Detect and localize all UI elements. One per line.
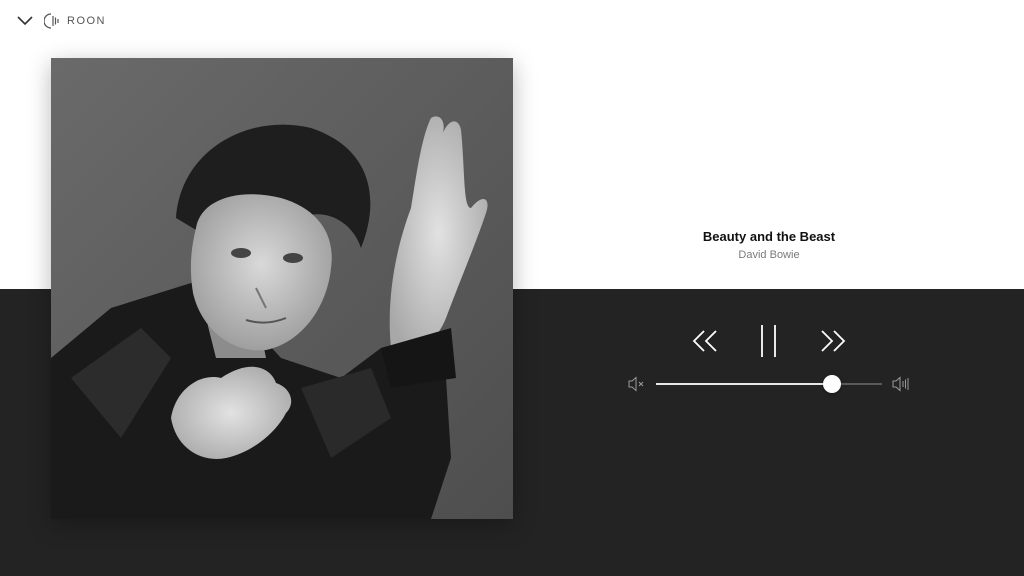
header-bar: ROON (14, 10, 106, 32)
album-art[interactable] (51, 58, 513, 519)
double-chevron-right-icon (821, 330, 846, 352)
pause-button[interactable] (756, 322, 782, 360)
volume-slider[interactable] (656, 375, 882, 393)
volume-control (628, 374, 912, 394)
speaker-loud-icon (892, 376, 909, 392)
collapse-button[interactable] (14, 10, 36, 32)
transport-controls (690, 322, 850, 360)
volume-fill (656, 383, 833, 385)
roon-brand-button[interactable]: ROON (44, 12, 106, 30)
roon-logo-icon (44, 13, 59, 29)
pause-icon (761, 325, 776, 357)
track-title[interactable]: Beauty and the Beast (570, 229, 968, 245)
now-playing-screen: ROON Beauty and the Beast David Bowie (0, 0, 1024, 576)
chevron-down-icon (17, 16, 33, 26)
mute-button[interactable] (628, 376, 646, 392)
double-chevron-left-icon (692, 330, 717, 352)
max-volume-button[interactable] (892, 376, 910, 392)
track-artist[interactable]: David Bowie (570, 248, 968, 262)
brand-label: ROON (67, 15, 106, 27)
previous-button[interactable] (690, 322, 720, 360)
volume-thumb[interactable] (823, 375, 842, 393)
album-cover-portrait (51, 58, 513, 519)
next-button[interactable] (818, 322, 848, 360)
speaker-mute-icon (628, 376, 644, 392)
track-info: Beauty and the Beast David Bowie (570, 229, 968, 262)
